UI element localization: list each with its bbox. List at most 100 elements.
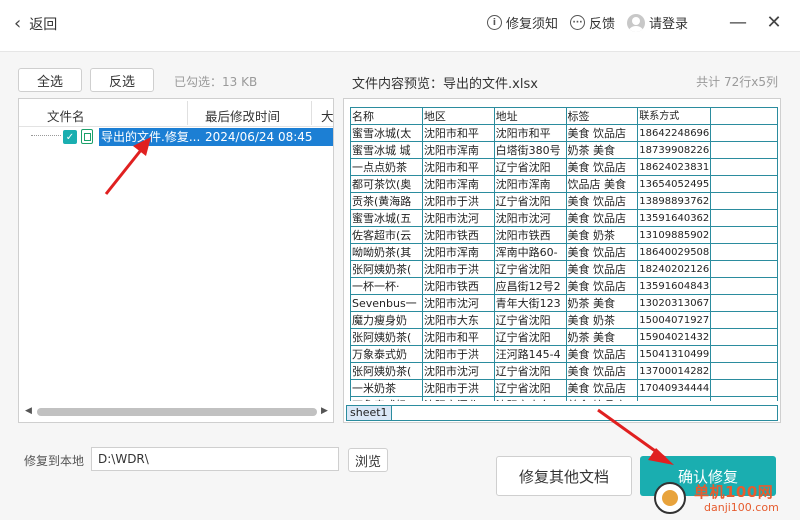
table-cell[interactable]: 美食 饮品店 [565, 362, 639, 380]
table-cell-empty[interactable] [710, 379, 778, 397]
table-cell[interactable]: 美食 饮品店 [565, 192, 639, 210]
table-cell[interactable]: 沈阳市沈河 [421, 294, 495, 312]
table-cell[interactable]: 一点点奶茶 [350, 158, 423, 176]
back-button[interactable]: ‹ 返回 [14, 14, 57, 34]
table-cell-empty[interactable] [710, 311, 778, 329]
file-row-selection[interactable]: 导出的文件.修复... 2024/06/24 08:45 13 [99, 128, 333, 146]
table-cell[interactable]: 15004071927 [637, 311, 712, 329]
table-cell[interactable]: 13654052495 [637, 175, 712, 193]
table-cell[interactable]: 奶茶 美食 [565, 294, 639, 312]
sheet-tab[interactable]: sheet1 [347, 406, 392, 420]
table-cell[interactable]: 美食 饮品店 [565, 396, 639, 401]
table-cell[interactable]: 蜜雪冰城(五 [350, 209, 423, 227]
table-cell[interactable]: 15904021432 [637, 328, 712, 346]
table-cell[interactable]: 美食 饮品店 [565, 260, 639, 278]
table-cell[interactable]: 18640029508 [637, 243, 712, 261]
select-all-button[interactable]: 全选 [18, 68, 82, 92]
table-cell[interactable]: 辽宁省沈阳 [493, 328, 567, 346]
table-cell-empty[interactable] [710, 260, 778, 278]
checkbox-checked-icon[interactable]: ✓ [63, 130, 77, 144]
column-header-size[interactable]: 大 [321, 106, 334, 125]
table-cell[interactable]: 辽宁省沈阳 [493, 158, 567, 176]
table-cell[interactable]: 美食 饮品店 [565, 243, 639, 261]
table-cell[interactable]: 蜜雪冰城 城 [350, 141, 423, 159]
table-cell-empty[interactable] [710, 209, 778, 227]
table-cell-empty[interactable] [710, 345, 778, 363]
horizontal-scrollbar[interactable]: ◀ ▶ [23, 405, 331, 419]
table-cell[interactable]: 地址 [493, 107, 567, 125]
column-header-filename[interactable]: 文件名 [47, 106, 85, 125]
table-cell[interactable]: 浑南中路60- [493, 243, 567, 261]
column-header-modified[interactable]: 最后修改时间 [205, 106, 280, 125]
table-cell-empty[interactable] [710, 107, 778, 125]
table-cell[interactable]: 美食 奶茶 [565, 311, 639, 329]
table-cell-empty[interactable] [710, 277, 778, 295]
table-cell[interactable]: 一米奶茶 [350, 379, 423, 397]
scrollbar-thumb[interactable] [37, 408, 317, 416]
table-cell[interactable]: 美食 饮品店 [565, 345, 639, 363]
table-cell[interactable]: 沈阳市浑南 [421, 243, 495, 261]
login-link[interactable]: 请登录 [626, 13, 688, 32]
scroll-right-icon[interactable]: ▶ [321, 406, 328, 416]
table-cell[interactable]: 沈阳市沈河 [421, 209, 495, 227]
table-cell[interactable]: 沈阳市于洪 [421, 379, 495, 397]
table-cell[interactable]: 13109885902 [637, 226, 712, 244]
table-cell[interactable]: 沈阳市和平 [421, 124, 495, 142]
table-cell[interactable]: 沈阳市铁西 [421, 277, 495, 295]
table-cell[interactable]: 18739908226 [637, 141, 712, 159]
table-cell-empty[interactable] [710, 141, 778, 159]
invert-selection-button[interactable]: 反选 [90, 68, 154, 92]
table-cell-empty[interactable] [710, 175, 778, 193]
table-cell-empty[interactable] [710, 192, 778, 210]
table-cell[interactable]: 辽宁省沈阳 [493, 311, 567, 329]
table-cell-empty[interactable] [710, 158, 778, 176]
table-cell[interactable]: 沈阳市浑南 [421, 141, 495, 159]
table-cell[interactable]: 白塔街380号 [493, 141, 567, 159]
table-cell[interactable]: 沈阳市沈河 [493, 209, 567, 227]
table-cell[interactable]: 都可茶饮(奥 [350, 175, 423, 193]
table-cell[interactable]: 辽宁省沈阳 [493, 260, 567, 278]
table-cell[interactable]: 呦呦奶茶(其 [350, 243, 423, 261]
table-cell[interactable]: 汪河路145-4 [493, 345, 567, 363]
table-cell[interactable]: 魔力瘦身奶 [350, 311, 423, 329]
table-cell[interactable]: 美食 饮品店 [565, 124, 639, 142]
table-cell[interactable]: 沈阳市于洪 [421, 260, 495, 278]
table-cell[interactable]: 张阿姨奶茶( [350, 328, 423, 346]
table-cell[interactable]: 沈阳市铁西 [421, 226, 495, 244]
table-cell[interactable]: 美食 饮品店 [565, 158, 639, 176]
table-cell-empty[interactable] [710, 396, 778, 401]
table-cell[interactable]: 沈阳市和平 [421, 328, 495, 346]
close-button[interactable]: ✕ [762, 12, 786, 33]
table-cell[interactable]: 奶茶 美食 [565, 141, 639, 159]
table-cell[interactable]: 辽宁省沈阳 [493, 362, 567, 380]
table-cell[interactable]: 标签 [565, 107, 639, 125]
table-cell[interactable]: 辽宁省沈阳 [493, 192, 567, 210]
table-cell[interactable]: 奶茶 美食 [565, 328, 639, 346]
table-cell[interactable]: 应昌街12号2 [493, 277, 567, 295]
scroll-left-icon[interactable]: ◀ [25, 406, 32, 416]
table-cell[interactable]: 沈阳市浑南 [493, 175, 567, 193]
repair-other-button[interactable]: 修复其他文档 [496, 456, 632, 496]
table-cell[interactable]: 万象泰式奶 [350, 396, 423, 401]
table-cell[interactable]: 青年大街123 [493, 294, 567, 312]
table-cell-empty[interactable] [710, 294, 778, 312]
table-cell-empty[interactable] [710, 243, 778, 261]
table-cell[interactable]: 13898893762 [637, 192, 712, 210]
table-cell[interactable]: 美食 饮品店 [565, 277, 639, 295]
feedback-link[interactable]: ··· 反馈 [569, 13, 615, 32]
table-cell[interactable]: 13591604843 [637, 277, 712, 295]
table-cell[interactable]: 13591640362 [637, 209, 712, 227]
table-cell[interactable]: 一杯一杯· [350, 277, 423, 295]
table-cell[interactable]: Sevenbus一 [350, 294, 423, 312]
table-cell[interactable]: 美食 奶茶 [565, 226, 639, 244]
table-cell[interactable]: 沈阳市沈河 [421, 362, 495, 380]
table-cell[interactable]: 饮品店 美食 [565, 175, 639, 193]
table-cell[interactable]: 沈阳市铁西 [493, 226, 567, 244]
repair-notice-link[interactable]: i 修复须知 [486, 13, 558, 32]
table-cell-empty[interactable] [710, 226, 778, 244]
table-cell[interactable]: 沈阳市于洪 [421, 192, 495, 210]
table-cell[interactable]: 沈阳市和平 [493, 124, 567, 142]
table-cell-empty[interactable] [710, 328, 778, 346]
table-cell[interactable]: 地区 [421, 107, 495, 125]
table-cell[interactable]: 18642248696 [637, 124, 712, 142]
